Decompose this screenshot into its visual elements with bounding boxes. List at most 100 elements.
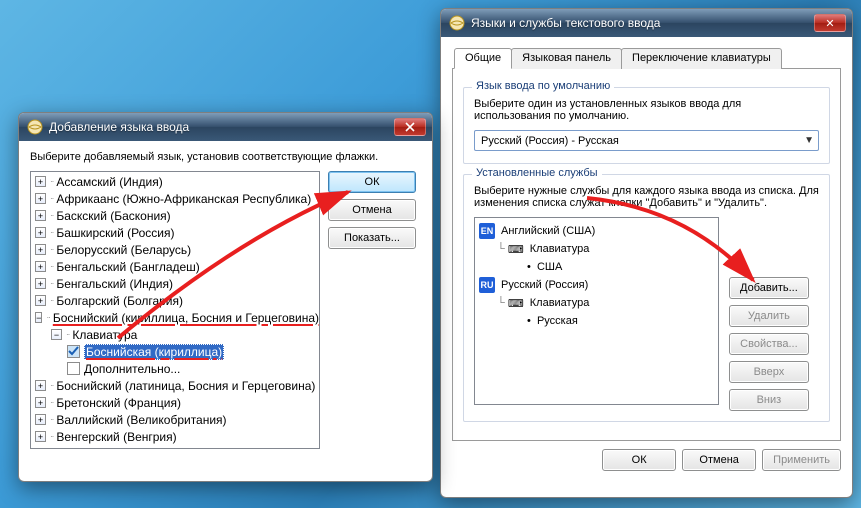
tree-item[interactable]: + ··Боснийский (латиница, Босния и Герцег…: [31, 377, 319, 394]
tree-connector: ··: [50, 398, 53, 407]
titlebar: Добавление языка ввода: [19, 113, 432, 141]
expand-icon[interactable]: +: [35, 227, 46, 238]
expand-icon[interactable]: +: [35, 380, 46, 391]
tree-item-label: Боснийский (латиница, Босния и Герцегови…: [56, 379, 315, 393]
services-tree[interactable]: ENАнглийский (США) └ ⌨Клавиатура • США R…: [474, 217, 719, 405]
tree-connector: ··: [46, 313, 49, 322]
keyboard-icon: ⌨: [508, 297, 524, 310]
tab-general[interactable]: Общие: [454, 48, 512, 69]
tab-key-switch[interactable]: Переключение клавиатуры: [621, 48, 782, 69]
tree-item-label: Баскский (Баскония): [56, 209, 170, 223]
add-button[interactable]: Добавить...: [729, 277, 809, 299]
lang-ru: Русский (Россия): [501, 279, 588, 291]
window-title: Языки и службы текстового ввода: [471, 16, 808, 30]
installed-services-text: Выберите нужные службы для каждого языка…: [474, 185, 819, 209]
chevron-down-icon: ▼: [804, 135, 814, 146]
default-language-select[interactable]: Русский (Россия) - Русская ▼: [474, 130, 819, 151]
tree-item-label: Башкирский (Россия): [56, 226, 174, 240]
move-up-button[interactable]: Вверх: [729, 361, 809, 383]
tree-item-label: Верхний лужицкий (Германия): [56, 447, 225, 450]
tree-item-label: Дополнительно...: [84, 362, 180, 376]
tree-connector: ··: [50, 228, 53, 237]
show-button[interactable]: Показать...: [328, 227, 416, 249]
ok-button[interactable]: ОК: [602, 449, 676, 471]
expand-icon[interactable]: +: [35, 295, 46, 306]
tree-item[interactable]: + ··Башкирский (Россия): [31, 224, 319, 241]
tree-item-label: Болгарский (Болгария): [56, 294, 183, 308]
properties-button[interactable]: Свойства...: [729, 333, 809, 355]
apply-button[interactable]: Применить: [762, 449, 841, 471]
tree-connector: ··: [50, 245, 53, 254]
tree-connector: └: [497, 297, 505, 309]
cancel-button[interactable]: Отмена: [328, 199, 416, 221]
tree-item[interactable]: + ··Баскский (Баскония): [31, 207, 319, 224]
app-icon: [27, 119, 43, 135]
move-down-button[interactable]: Вниз: [729, 389, 809, 411]
installed-services-group: Установленные службы Выберите нужные слу…: [463, 174, 830, 422]
tree-item[interactable]: Дополнительно...: [31, 360, 319, 377]
text-services-window: Языки и службы текстового ввода ✕ Общие …: [440, 8, 853, 498]
tree-item[interactable]: + ··Бенгальский (Индия): [31, 275, 319, 292]
tree-item-label: Бенгальский (Индия): [56, 277, 173, 291]
tree-connector: ··: [50, 279, 53, 288]
tree-item[interactable]: −·· Боснийский (кириллица, Босния и Герце…: [31, 309, 319, 326]
kb-layout: •: [527, 261, 537, 273]
group-legend: Язык ввода по умолчанию: [472, 80, 614, 92]
tree-connector: ··: [50, 381, 53, 390]
tree-item[interactable]: Боснийская (кириллица): [31, 343, 319, 360]
cancel-button[interactable]: Отмена: [682, 449, 756, 471]
expand-icon[interactable]: +: [35, 278, 46, 289]
expand-icon[interactable]: +: [35, 431, 46, 442]
tree-item[interactable]: +··Болгарский (Болгария): [31, 292, 319, 309]
instruction-text: Выберите добавляемый язык, установив соо…: [30, 151, 421, 163]
tree-item-label: Африкаанс (Южно-Африканская Республика): [56, 192, 311, 206]
default-language-group: Язык ввода по умолчанию Выберите один из…: [463, 87, 830, 164]
kb-layout: •: [527, 315, 537, 327]
expand-icon[interactable]: +: [35, 210, 46, 221]
en-badge-icon: EN: [479, 223, 495, 239]
close-button[interactable]: [394, 118, 426, 136]
tree-item[interactable]: −··Клавиатура: [31, 326, 319, 343]
tabstrip: Общие Языковая панель Переключение клави…: [452, 47, 841, 69]
tree-connector: ··: [66, 330, 69, 339]
lang-en: Английский (США): [501, 225, 595, 237]
kb-ru: Русская: [537, 315, 578, 327]
collapse-icon[interactable]: −: [35, 312, 42, 323]
tree-item-label: Белорусский (Беларусь): [56, 243, 191, 257]
expand-icon[interactable]: +: [35, 244, 46, 255]
app-icon: [449, 15, 465, 31]
expand-icon[interactable]: +: [35, 397, 46, 408]
collapse-icon[interactable]: −: [51, 329, 62, 340]
expand-icon[interactable]: +: [35, 261, 46, 272]
add-input-language-window: Добавление языка ввода Выберите добавляе…: [18, 112, 433, 482]
remove-button[interactable]: Удалить: [729, 305, 809, 327]
tree-item[interactable]: +··Венгерский (Венгрия): [31, 428, 319, 445]
tree-item-label: Боснийский (кириллица, Босния и Герцегов…: [53, 311, 319, 325]
tree-item-label: Боснийская (кириллица): [84, 344, 224, 360]
tree-item-label: Бретонский (Франция): [56, 396, 181, 410]
tree-connector: ··: [50, 211, 53, 220]
tree-item-label: Клавиатура: [72, 328, 137, 342]
close-button[interactable]: ✕: [814, 14, 846, 32]
tree-item[interactable]: + ··Африкаанс (Южно-Африканская Республик…: [31, 190, 319, 207]
tree-item[interactable]: +··Бенгальский (Бангладеш): [31, 258, 319, 275]
checkbox[interactable]: [67, 362, 80, 375]
tree-item-label: Бенгальский (Бангладеш): [56, 260, 199, 274]
expand-icon[interactable]: +: [35, 414, 46, 425]
language-tree[interactable]: +··Ассамский (Индия)+··Африкаанс (Южно-А…: [30, 171, 320, 449]
ru-badge-icon: RU: [479, 277, 495, 293]
expand-icon[interactable]: +: [35, 448, 46, 449]
tab-language-bar[interactable]: Языковая панель: [511, 48, 622, 69]
keyboard-label: Клавиатура: [530, 297, 590, 309]
expand-icon[interactable]: +: [35, 176, 46, 187]
expand-icon[interactable]: +: [35, 193, 46, 204]
tree-item[interactable]: + ··Белорусский (Беларусь): [31, 241, 319, 258]
checkbox[interactable]: [67, 345, 80, 358]
tree-item[interactable]: +··Валлийский (Великобритания): [31, 411, 319, 428]
tree-item[interactable]: +··Ассамский (Индия): [31, 173, 319, 190]
tree-item[interactable]: +··Верхний лужицкий (Германия): [31, 445, 319, 449]
ok-button[interactable]: ОК: [328, 171, 416, 193]
tree-connector: ··: [50, 194, 53, 203]
tree-item-label: Ассамский (Индия): [56, 175, 162, 189]
tree-item[interactable]: + ··Бретонский (Франция): [31, 394, 319, 411]
